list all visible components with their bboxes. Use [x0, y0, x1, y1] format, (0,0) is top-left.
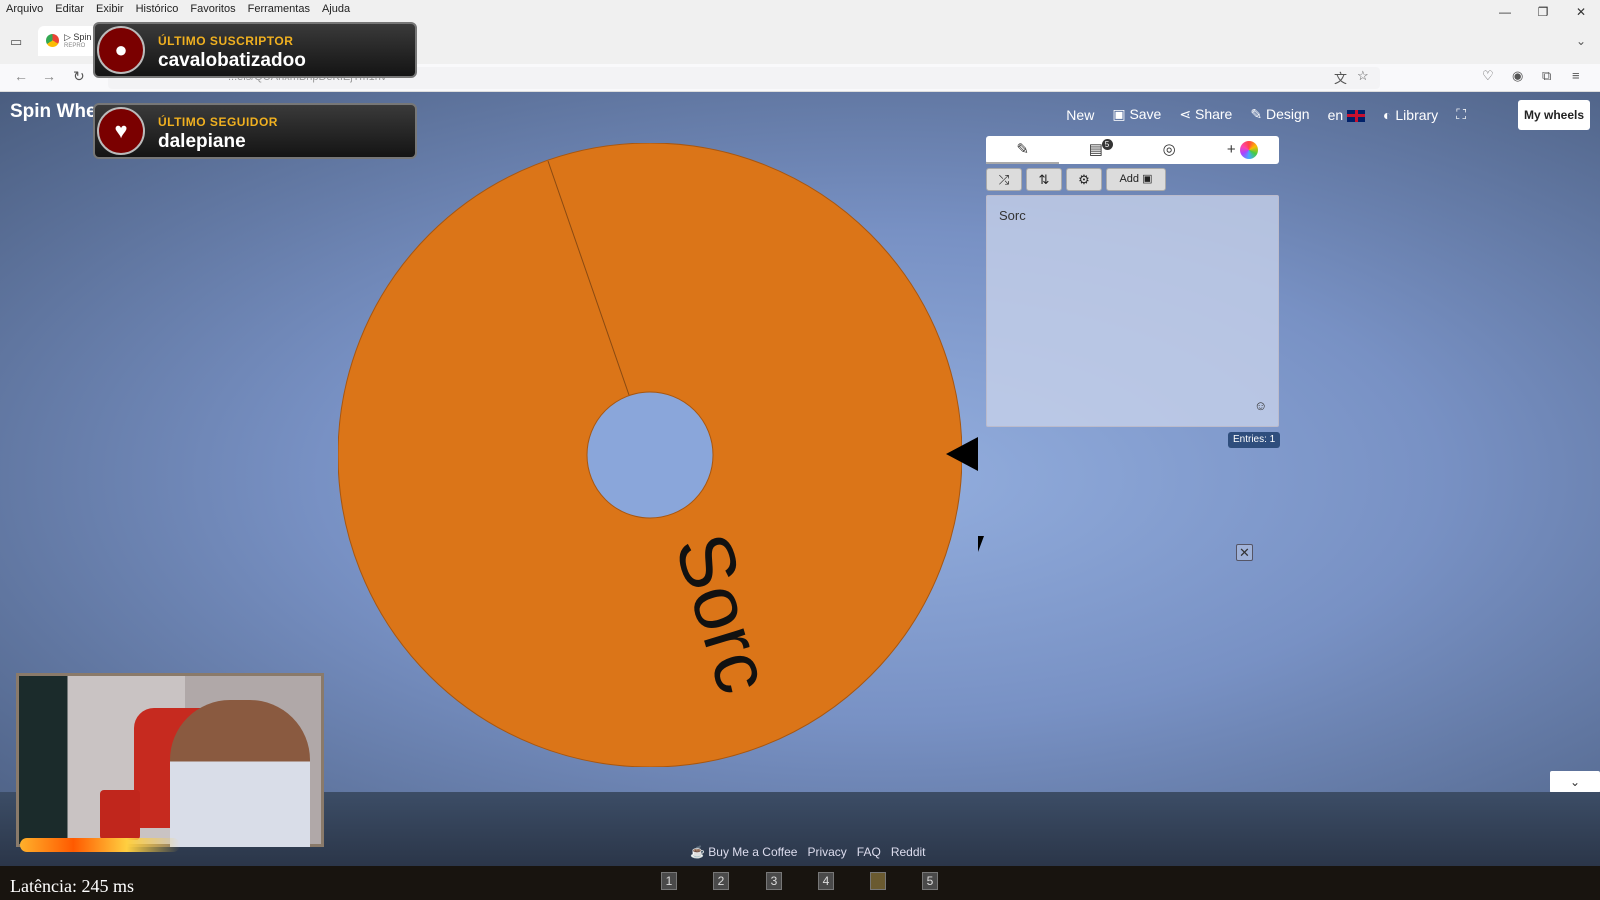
color-wheel-icon	[1239, 141, 1258, 160]
settings-icon: ⚙	[1078, 172, 1090, 187]
forward-icon[interactable]: →	[42, 68, 56, 84]
new-button[interactable]: New	[1066, 107, 1094, 123]
uk-flag-icon	[1347, 109, 1366, 122]
menu-arquivo[interactable]: Arquivo	[0, 3, 49, 15]
follower-label: ÚLTIMO SEGUIDOR	[158, 115, 278, 129]
hotbar-slot-1: 1	[661, 872, 677, 890]
back-icon[interactable]: ←	[14, 68, 28, 84]
entry-line: Sorc	[999, 208, 1026, 223]
entries-count-badge: Entries: 1	[1228, 432, 1281, 448]
tab-overview-icon[interactable]: ▭	[10, 34, 22, 50]
image-icon: ▣	[1142, 173, 1153, 185]
language-button[interactable]: en	[1327, 106, 1366, 123]
pencil-icon: ✎	[1016, 141, 1029, 158]
wheel-hub[interactable]	[586, 391, 714, 519]
menu-historico[interactable]: Histórico	[130, 3, 185, 15]
shuffle-icon: ⤮	[998, 172, 1010, 187]
share-button[interactable]: ⋖ Share	[1179, 106, 1232, 123]
reddit-link[interactable]: Reddit	[891, 845, 926, 859]
tab-edit-entries[interactable]: ✎	[986, 136, 1060, 164]
eye-slash-icon: ◎	[1162, 141, 1176, 158]
add-image-button[interactable]: Add ▣	[1106, 168, 1166, 191]
faq-link[interactable]: FAQ	[857, 845, 881, 859]
chevron-down-icon: ⌄	[1569, 775, 1581, 789]
heart-icon: ♥	[97, 107, 145, 155]
scroll-down-button[interactable]: ⌄	[1550, 771, 1600, 793]
hotbar-slot-3: 3	[766, 872, 782, 890]
coffee-icon: ☕	[690, 845, 709, 859]
chevron-down-icon[interactable]: ⌄	[1576, 34, 1586, 48]
follower-name: dalepiane	[158, 131, 246, 152]
tab-favicon-icon	[46, 34, 59, 47]
save-label: Save	[1129, 106, 1162, 122]
menu-ferramentas[interactable]: Ferramentas	[242, 3, 316, 15]
menu-ajuda[interactable]: Ajuda	[316, 3, 356, 15]
sort-icon: ⇅	[1038, 172, 1050, 187]
emoji-icon[interactable]: ☺	[1254, 398, 1267, 413]
tab-hidden[interactable]: ◎	[1133, 136, 1206, 164]
fullscreen-icon[interactable]: ⛶	[1456, 106, 1466, 123]
add-label: Add	[1119, 173, 1140, 185]
brand-logo[interactable]: Spin Whe	[10, 101, 97, 123]
mouse-cursor-icon	[978, 536, 984, 552]
webcam-person	[170, 700, 310, 847]
spin-wheel[interactable]: Sorc	[338, 143, 962, 767]
footer-links: ☕ Buy Me a Coffee Privacy FAQ Reddit	[690, 845, 926, 859]
extensions-icon[interactable]: ⧉	[1542, 68, 1551, 84]
reload-icon[interactable]: ↻	[73, 68, 85, 85]
menu-exibir[interactable]: Exibir	[90, 3, 130, 15]
globe-icon: ◐	[1383, 106, 1396, 123]
clipboard-icon: ▤	[1088, 141, 1103, 158]
hotbar-slot-5: 5	[922, 872, 938, 890]
tab-add-wheel[interactable]: +	[1206, 136, 1279, 164]
menu-favoritos[interactable]: Favoritos	[184, 3, 241, 15]
follower-alert: ♥ ÚLTIMO SEGUIDOR dalepiane	[93, 103, 417, 159]
hamburger-menu-icon[interactable]: ≡	[1572, 68, 1580, 83]
design-label: Design	[1265, 106, 1310, 122]
hotbar-slot-4: 4	[818, 872, 834, 890]
user-icon: ●	[97, 26, 145, 74]
close-icon[interactable]: ✕	[1236, 544, 1253, 561]
design-button[interactable]: ✎ Design	[1250, 106, 1309, 123]
subscriber-label: ÚLTIMO SUSCRIPTOR	[158, 34, 294, 48]
account-icon[interactable]: ◉	[1512, 68, 1523, 84]
save-icon: ▣	[1112, 106, 1130, 122]
webcam-cup	[100, 790, 140, 840]
results-badge: 5	[1101, 139, 1113, 150]
entries-textarea[interactable]: Sorc	[986, 195, 1279, 427]
panel-tabs: ✎ ▤ 5 ◎ +	[986, 136, 1279, 164]
subscriber-name: cavalobatizadoo	[158, 50, 306, 71]
latency-readout: Latência: 245 ms	[10, 876, 134, 896]
hotbar-slot-2: 2	[713, 872, 729, 890]
share-label: Share	[1194, 106, 1233, 122]
shuffle-button[interactable]: ⤮	[986, 168, 1022, 191]
my-wheels-button[interactable]: My wheels	[1518, 100, 1590, 130]
buy-me-a-coffee-link[interactable]: ☕ Buy Me a Coffee	[690, 845, 797, 859]
privacy-link[interactable]: Privacy	[807, 845, 846, 859]
pencil-icon: ✎	[1250, 106, 1266, 122]
library-label: Library	[1395, 106, 1439, 123]
browser-menubar: Arquivo Editar Exibir Histórico Favorito…	[0, 0, 1600, 18]
share-icon: ⋖	[1179, 106, 1195, 122]
language-label: en	[1327, 106, 1344, 123]
menu-editar[interactable]: Editar	[49, 3, 90, 15]
wheel-pointer-icon	[946, 437, 978, 471]
translate-icon[interactable]: 文	[1334, 68, 1347, 87]
sort-button[interactable]: ⇅	[1026, 168, 1062, 191]
coffee-label: Buy Me a Coffee	[708, 845, 798, 859]
top-nav: New ▣ Save ⋖ Share ✎ Design en ◐ Library…	[1066, 106, 1466, 123]
library-button[interactable]: ◐ Library	[1383, 107, 1438, 123]
tab-results[interactable]: ▤ 5	[1059, 136, 1132, 164]
star-icon[interactable]: ☆	[1357, 68, 1369, 84]
game-hotbar	[0, 866, 1600, 900]
subscriber-alert: ● ÚLTIMO SUSCRIPTOR cavalobatizadoo	[93, 22, 417, 78]
pocket-icon[interactable]: ♡	[1482, 68, 1494, 84]
hotbar-item-icon	[870, 872, 886, 890]
entry-tools: ⤮ ⇅ ⚙ Add ▣	[986, 168, 1166, 191]
fire-decoration	[20, 838, 180, 852]
save-button[interactable]: ▣ Save	[1112, 106, 1161, 123]
plus-icon: +	[1226, 141, 1240, 158]
advanced-button[interactable]: ⚙	[1066, 168, 1102, 191]
